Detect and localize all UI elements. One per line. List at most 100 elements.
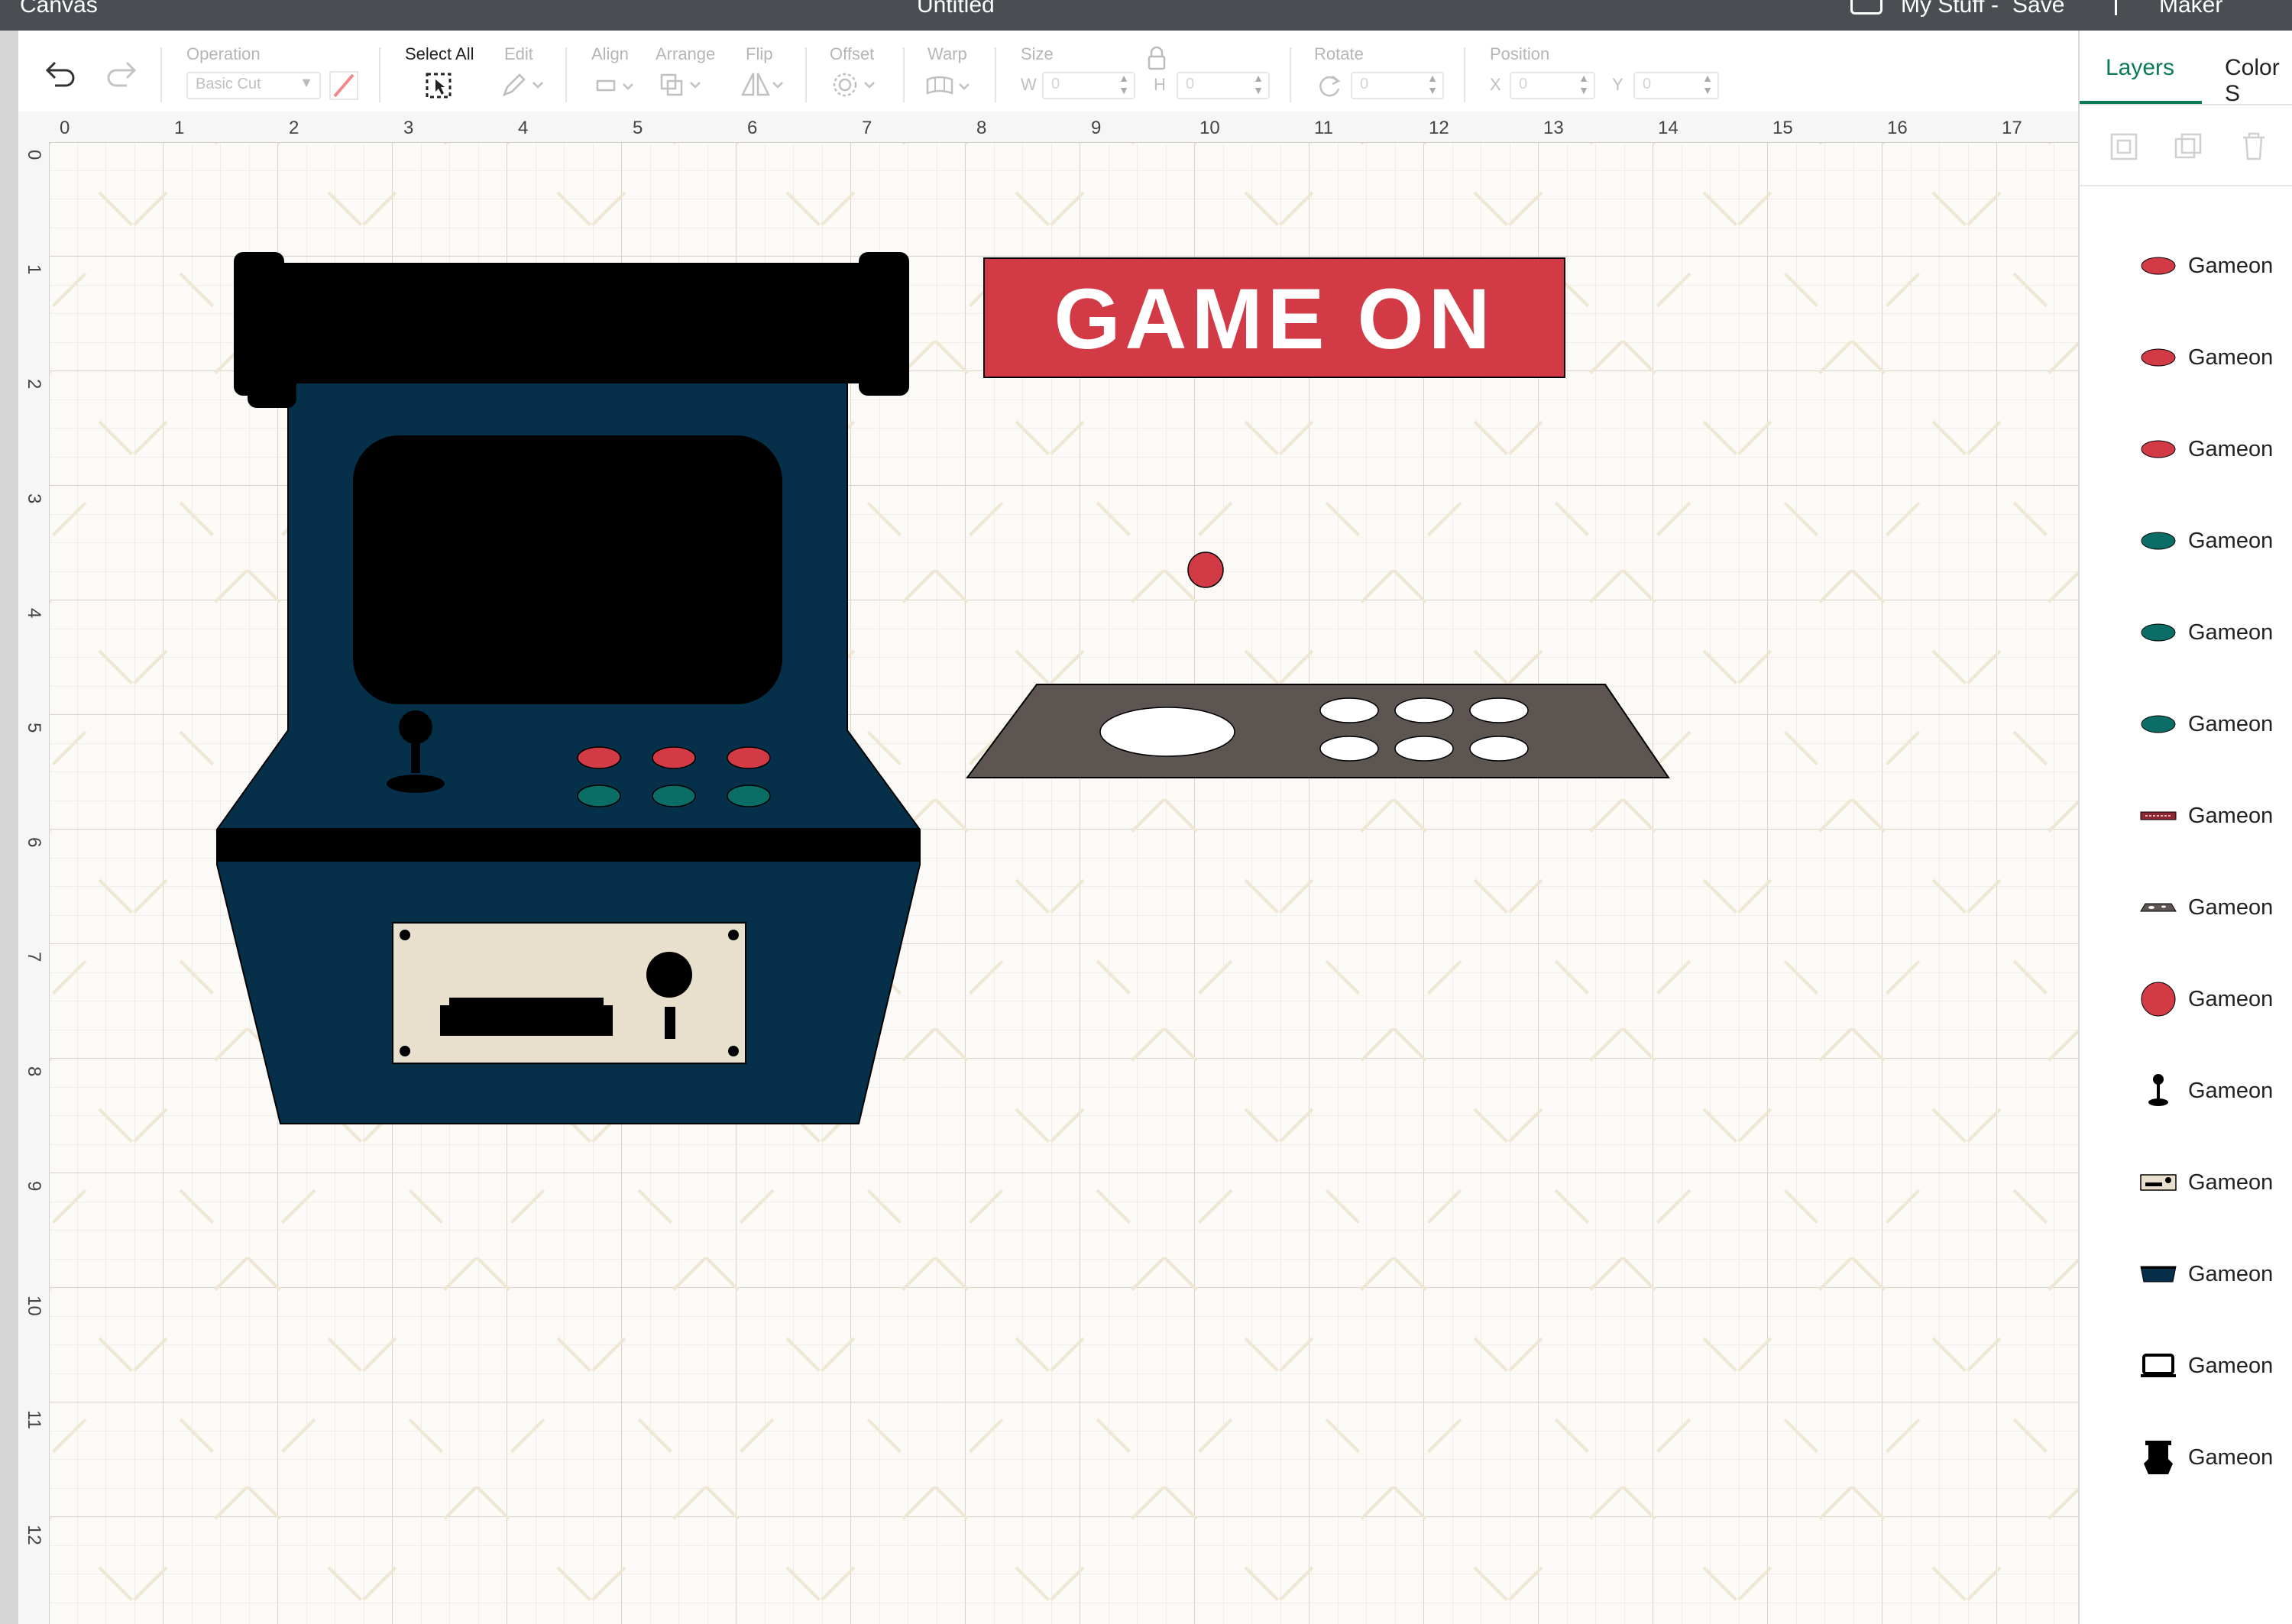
tab-color-sync[interactable]: Color S xyxy=(2225,55,2292,107)
layer-label: Gameon xyxy=(2188,345,2274,370)
rotate-input[interactable]: 0 ▲ ▼ xyxy=(1351,72,1444,99)
toolbar-separator xyxy=(160,47,162,102)
layer-label: Gameon xyxy=(2188,254,2274,278)
stepper-icon[interactable]: ▲ ▼ xyxy=(1253,72,1264,96)
arcade-cabinet[interactable] xyxy=(216,252,921,1124)
save-button[interactable]: Save xyxy=(2012,0,2064,17)
align-icon[interactable] xyxy=(594,75,637,98)
machine-selector[interactable]: Maker xyxy=(2159,0,2222,17)
design-canvas[interactable]: 0 1 2 3 4 5 6 7 8 9 10 11 12 13 14 15 16… xyxy=(18,112,2078,1624)
flip-icon[interactable] xyxy=(738,70,787,98)
cabinet-silhouette-icon xyxy=(2138,1439,2179,1476)
toolbar-separator xyxy=(379,47,380,102)
layer-row[interactable]: Gameon xyxy=(2080,953,2292,1045)
layer-label: Gameon xyxy=(2188,1262,2274,1286)
trash-icon[interactable] xyxy=(2239,130,2269,162)
red-circle-shape[interactable] xyxy=(1187,552,1224,588)
screen-frame-icon xyxy=(2138,1347,2179,1384)
cabinet-ledge[interactable] xyxy=(217,828,920,862)
layer-row[interactable]: Gameon xyxy=(2080,495,2292,587)
offset-icon[interactable] xyxy=(830,70,880,99)
width-input[interactable]: 0 ▲ ▼ xyxy=(1042,72,1135,99)
coin-plate-icon xyxy=(2138,1164,2179,1201)
teal-oval-icon xyxy=(2138,614,2179,651)
red-oval-icon xyxy=(2138,247,2179,284)
warp-icon[interactable] xyxy=(924,72,975,99)
header-divider xyxy=(2115,0,2117,15)
layer-row[interactable]: Gameon xyxy=(2080,1320,2292,1412)
game-on-sign[interactable]: GAME ON xyxy=(983,257,1565,378)
layer-label: Gameon xyxy=(2188,712,2274,736)
toolbar-separator xyxy=(565,47,567,102)
app-header: Canvas Untitled My Stuff - Save Maker xyxy=(0,0,2292,31)
stepper-icon[interactable]: ▲ ▼ xyxy=(1118,72,1129,96)
layer-label: Gameon xyxy=(2188,620,2274,645)
lock-icon[interactable] xyxy=(1146,46,1167,72)
layer-label: Gameon xyxy=(2188,1079,2274,1103)
my-stuff-link[interactable]: My Stuff xyxy=(1901,0,1984,17)
cabinet-screen[interactable] xyxy=(353,435,782,704)
left-edge-strip xyxy=(0,31,18,1624)
toolbar-separator xyxy=(1290,47,1291,102)
project-icon xyxy=(1850,0,1882,15)
toolbar-separator xyxy=(805,47,807,102)
position-x-input[interactable]: 0 ▲ ▼ xyxy=(1510,72,1595,99)
sign-strip-icon xyxy=(2138,797,2179,834)
toolbar-separator xyxy=(903,47,905,102)
color-swatch-icon[interactable] xyxy=(329,70,359,101)
layer-label: Gameon xyxy=(2188,529,2274,553)
select-all-icon[interactable] xyxy=(425,72,452,99)
group-icon[interactable] xyxy=(2109,131,2139,162)
height-input[interactable]: 0 ▲ ▼ xyxy=(1177,72,1270,99)
duplicate-icon[interactable] xyxy=(2173,131,2203,162)
design-objects: GAME ON xyxy=(216,252,1670,1124)
operation-select[interactable]: Basic Cut ▼ xyxy=(186,72,321,99)
layer-row[interactable]: Gameon xyxy=(2080,312,2292,403)
layer-row[interactable]: Gameon xyxy=(2080,678,2292,770)
position-y-input[interactable]: 0 ▲ ▼ xyxy=(1633,72,1719,99)
layer-row[interactable]: Gameon xyxy=(2080,587,2292,678)
align-label: Align xyxy=(591,44,629,63)
layer-row[interactable]: Gameon xyxy=(2080,403,2292,495)
height-prefix: H xyxy=(1154,75,1166,94)
red-oval-icon xyxy=(2138,431,2179,467)
x-prefix: X xyxy=(1490,75,1501,94)
rotate-icon xyxy=(1319,76,1341,97)
toolbar-separator xyxy=(995,47,996,102)
height-value: 0 xyxy=(1186,76,1195,92)
operation-label: Operation xyxy=(186,44,261,63)
rotate-label: Rotate xyxy=(1314,44,1364,63)
layer-label: Gameon xyxy=(2188,987,2274,1011)
sign-text: GAME ON xyxy=(1054,271,1494,367)
warp-label: Warp xyxy=(927,44,967,63)
coin-door-plate[interactable] xyxy=(392,922,746,1064)
document-title[interactable]: Untitled xyxy=(917,0,995,17)
red-circle-icon xyxy=(2138,981,2179,1017)
layer-row[interactable]: Gameon xyxy=(2080,220,2292,312)
position-y-value: 0 xyxy=(1643,76,1652,92)
control-panel[interactable] xyxy=(966,684,1670,778)
stepper-icon[interactable]: ▲ ▼ xyxy=(1427,72,1438,96)
arrange-icon[interactable] xyxy=(659,72,704,98)
arrange-label: Arrange xyxy=(656,44,716,63)
layer-row[interactable]: Gameon xyxy=(2080,862,2292,953)
layer-row[interactable]: Gameon xyxy=(2080,770,2292,862)
undo-icon[interactable] xyxy=(44,58,78,89)
redo-icon[interactable] xyxy=(104,58,138,89)
red-oval-icon xyxy=(2138,339,2179,376)
layer-row[interactable]: Gameon xyxy=(2080,1045,2292,1137)
layer-row[interactable]: Gameon xyxy=(2080,1412,2292,1503)
stepper-icon[interactable]: ▲ ▼ xyxy=(1702,72,1713,96)
stepper-icon[interactable]: ▲ ▼ xyxy=(1578,72,1589,96)
save-title-separator: - xyxy=(1991,0,1999,18)
operation-value: Basic Cut xyxy=(196,76,261,92)
pencil-icon[interactable] xyxy=(500,72,545,99)
select-all-label[interactable]: Select All xyxy=(405,44,474,64)
position-x-value: 0 xyxy=(1519,76,1528,92)
layer-row[interactable]: Gameon xyxy=(2080,1137,2292,1228)
tab-divider xyxy=(2080,104,2292,105)
joystick-icon xyxy=(2138,1072,2179,1109)
tab-layers[interactable]: Layers xyxy=(2106,55,2174,81)
layer-row[interactable]: Gameon xyxy=(2080,1228,2292,1320)
rotate-value: 0 xyxy=(1360,76,1369,92)
